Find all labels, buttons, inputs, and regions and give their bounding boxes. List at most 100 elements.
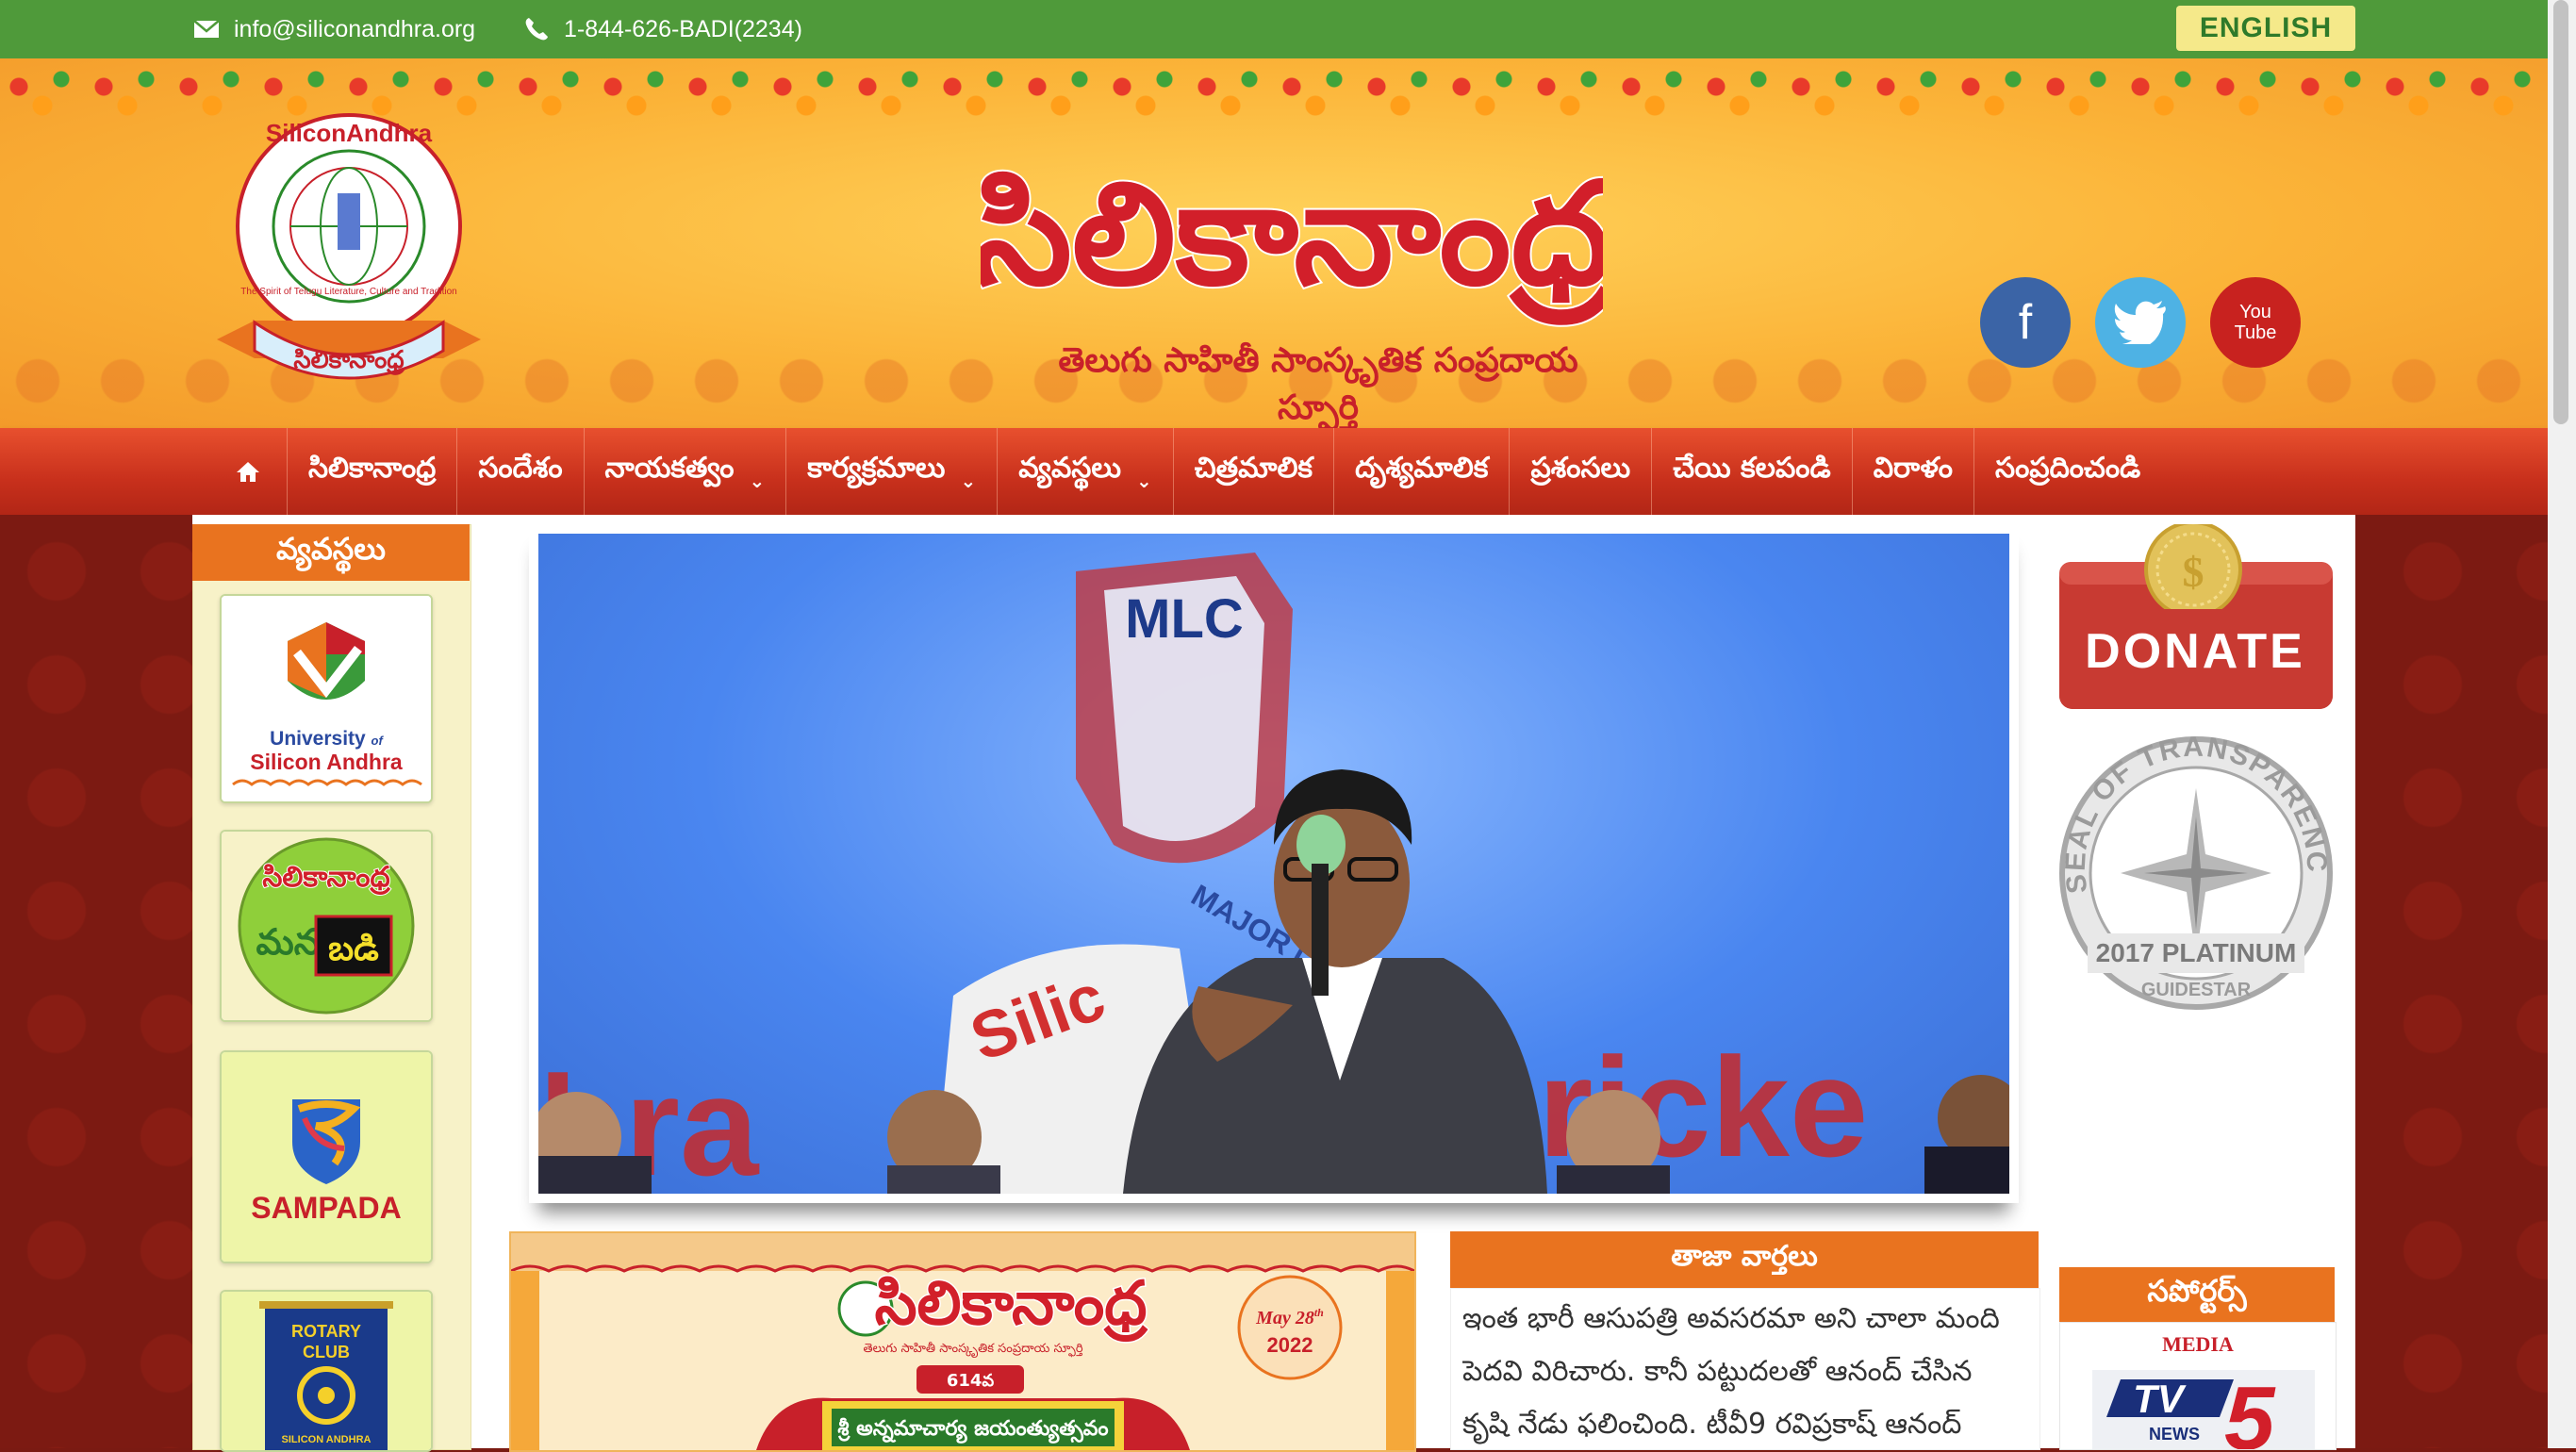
nav-label: సందేశం	[478, 452, 563, 485]
rotary-club-card[interactable]: ROTARY CLUB SILICON ANDHRA	[220, 1290, 433, 1452]
main-navigation: సిలికానాంధ్ర సందేశం నాయకత్వం ⌄ కార్యక్రమా…	[0, 428, 2548, 515]
event-anniversary: 614వ	[947, 1371, 995, 1391]
event-date-line1: May 28	[1255, 1308, 1314, 1328]
nav-label: కార్యక్రమాలు	[807, 452, 946, 485]
site-title-logo[interactable]: సిలికానాంధ్ర	[981, 123, 1603, 339]
supporters-panel: MEDIA TV 5 NEWS	[2059, 1322, 2337, 1450]
tv5-number: 5	[2224, 1370, 2276, 1449]
mail-icon	[193, 20, 220, 38]
siliconandhra-emblem-logo[interactable]: SiliconAndhra The Spirit of Telugu Liter…	[198, 104, 500, 415]
rotary-line3: SILICON ANDHRA	[282, 1434, 372, 1445]
manabadi-mana: మన	[256, 921, 320, 963]
event-org-title: సిలికానాంధ్ర	[875, 1269, 1149, 1343]
nav-label: సంప్రదించండి	[1995, 452, 2141, 485]
nav-label: నాయకత్వం	[604, 452, 735, 485]
site-header: SiliconAndhra The Spirit of Telugu Liter…	[0, 58, 2576, 428]
news-line[interactable]: కృషి నేడు ఫలించింది. టీవీ9 రవిప్రకాష్ ఆన…	[1462, 1398, 2028, 1451]
manabadi-badi: బడి	[328, 930, 379, 968]
youtube-icon: You Tube	[2234, 302, 2277, 343]
nav-item-organizations[interactable]: వ్యవస్థలు ⌄	[998, 428, 1174, 515]
svg-text:May 28th: May 28th	[1255, 1306, 1324, 1328]
nav-item-programs[interactable]: కార్యక్రమాలు ⌄	[786, 428, 999, 515]
chevron-down-icon: ⌄	[960, 470, 977, 492]
sampada-logo: SAMPADA	[222, 1052, 431, 1262]
phone-contact[interactable]: 1-844-626-BADI(2234)	[522, 0, 802, 58]
tv5-news-logo[interactable]: TV 5 NEWS	[2092, 1370, 2315, 1449]
seal-year-text: 2017 PLATINUM	[2096, 938, 2297, 967]
donate-label: DONATE	[2085, 624, 2305, 679]
event-date-year: 2022	[1267, 1333, 1313, 1357]
nav-label: విరాళం	[1873, 452, 1954, 485]
supporters-title: సపోర్టర్స్	[2059, 1267, 2335, 1322]
guidestar-seal[interactable]: SEAL OF TRANSPARENCY 2017 PLATINUM GUIDE…	[2059, 732, 2333, 1015]
nav-item-testimonials[interactable]: ప్రశంసలు	[1510, 428, 1653, 515]
nav-label: వ్యవస్థలు	[1018, 452, 1121, 485]
manabadi-title: సిలికానాంధ్ర	[262, 861, 390, 895]
nav-label: సిలికానాంధ్ర	[308, 452, 437, 485]
svg-text:$: $	[2183, 548, 2204, 596]
rotary-line1: ROTARY	[291, 1322, 361, 1341]
sampada-text: SAMPADA	[251, 1191, 401, 1225]
site-tagline: తెలుగు సాహితీ సాంస్కృతిక సంప్రదాయ స్ఫూర్…	[1058, 341, 1578, 427]
nav-item-leadership[interactable]: నాయకత్వం ⌄	[585, 428, 787, 515]
email-contact[interactable]: info@siliconandhra.org	[192, 0, 475, 58]
university-of-siliconandhra-card[interactable]: University of Silicon Andhra	[220, 594, 433, 803]
home-icon	[237, 462, 259, 482]
chevron-down-icon: ⌄	[749, 470, 766, 492]
tv5-news-text: NEWS	[2149, 1425, 2200, 1444]
nav-item-contact[interactable]: సంప్రదించండి	[1974, 428, 2161, 515]
chevron-down-icon: ⌄	[1135, 470, 1152, 492]
phone-icon	[525, 18, 548, 41]
mlc-shield-text: MLC	[1125, 588, 1244, 650]
nav-item-photo-gallery[interactable]: చిత్రమాలిక	[1174, 428, 1335, 515]
nav-item-message[interactable]: సందేశం	[457, 428, 585, 515]
email-text[interactable]: info@siliconandhra.org	[234, 16, 475, 43]
university-of: of	[372, 734, 385, 748]
nav-label: ప్రశంసలు	[1530, 452, 1631, 485]
organizations-sidebar-title: వ్యవస్థలు	[192, 524, 470, 581]
university-logo: University of Silicon Andhra	[222, 596, 431, 801]
event-name: శ్రీ అన్నమాచార్య జయంత్యుత్సవం	[837, 1417, 1108, 1444]
facebook-icon: f	[2018, 295, 2033, 350]
site-title-text: సిలికానాంధ్ర	[981, 153, 1603, 325]
nav-label: దృశ్యమాలిక	[1355, 452, 1489, 485]
university-line1: University	[270, 728, 366, 750]
event-banner[interactable]: సిలికానాంధ్ర తెలుగు సాహితీ సాంస్కృతిక సం…	[509, 1231, 1416, 1452]
sampada-card[interactable]: SAMPADA	[220, 1050, 433, 1263]
image-slider[interactable]: MLC MAJOR LE Silic hra ricke	[529, 524, 2019, 1203]
emblem-ring-text: The Spirit of Telugu Literature, Culture…	[240, 287, 456, 297]
university-line2: Silicon Andhra	[250, 750, 403, 774]
rotary-line2: CLUB	[303, 1343, 350, 1361]
nav-item-video-gallery[interactable]: దృశ్యమాలిక	[1334, 428, 1511, 515]
nav-items: సిలికానాంధ్ర సందేశం నాయకత్వం ⌄ కార్యక్రమా…	[209, 428, 2161, 515]
top-bar: info@siliconandhra.org 1-844-626-BADI(22…	[0, 0, 2576, 58]
slider-image: MLC MAJOR LE Silic hra ricke	[538, 534, 2009, 1194]
seal-brand-text: GUIDESTAR	[2141, 980, 2252, 1000]
news-line[interactable]: పెదవి విరిచారు. కానీ పట్టుదలతో ఆనంద్ చేస…	[1462, 1345, 2028, 1398]
media-label: MEDIA	[2162, 1332, 2234, 1356]
latest-news-panel: ఇంత భారీ ఆసుపత్రి అవసరమా అని చాలా మంది ప…	[1450, 1288, 2040, 1450]
latest-news-title: తాజా వార్తలు	[1450, 1231, 2039, 1288]
emblem-top-text: SiliconAndhra	[266, 119, 433, 147]
english-language-button[interactable]: ENGLISH	[2176, 6, 2355, 51]
nav-home[interactable]	[209, 428, 288, 515]
nav-item-donation[interactable]: విరాళం	[1853, 428, 1975, 515]
manabadi-card[interactable]: సిలికానాంధ్ర మన బడి	[220, 830, 433, 1022]
facebook-link[interactable]: f	[1980, 277, 2071, 368]
youtube-link[interactable]: You Tube	[2210, 277, 2301, 368]
twitter-icon	[2114, 301, 2166, 344]
phone-text[interactable]: 1-844-626-BADI(2234)	[564, 16, 802, 43]
twitter-link[interactable]	[2095, 277, 2186, 368]
scrollbar-thumb[interactable]	[2553, 0, 2568, 424]
nav-label: చేయి కలపండి	[1673, 452, 1831, 485]
tv5-text: TV	[2133, 1377, 2187, 1421]
manabadi-logo: సిలికానాంధ్ర మన బడి	[222, 832, 431, 1020]
news-line[interactable]: ఇంత భారీ ఆసుపత్రి అవసరమా అని చాలా మంది	[1462, 1293, 2028, 1345]
nav-item-siliconandhra[interactable]: సిలికానాంధ్ర	[288, 428, 458, 515]
rotary-club-logo: ROTARY CLUB SILICON ANDHRA	[222, 1292, 431, 1450]
nav-item-join-hands[interactable]: చేయి కలపండి	[1652, 428, 1853, 515]
event-date-sup: th	[1314, 1306, 1324, 1319]
donate-button[interactable]: $ DONATE	[2056, 524, 2335, 713]
svg-text:University of: University of	[270, 728, 384, 750]
nav-label: చిత్రమాలిక	[1194, 452, 1313, 485]
